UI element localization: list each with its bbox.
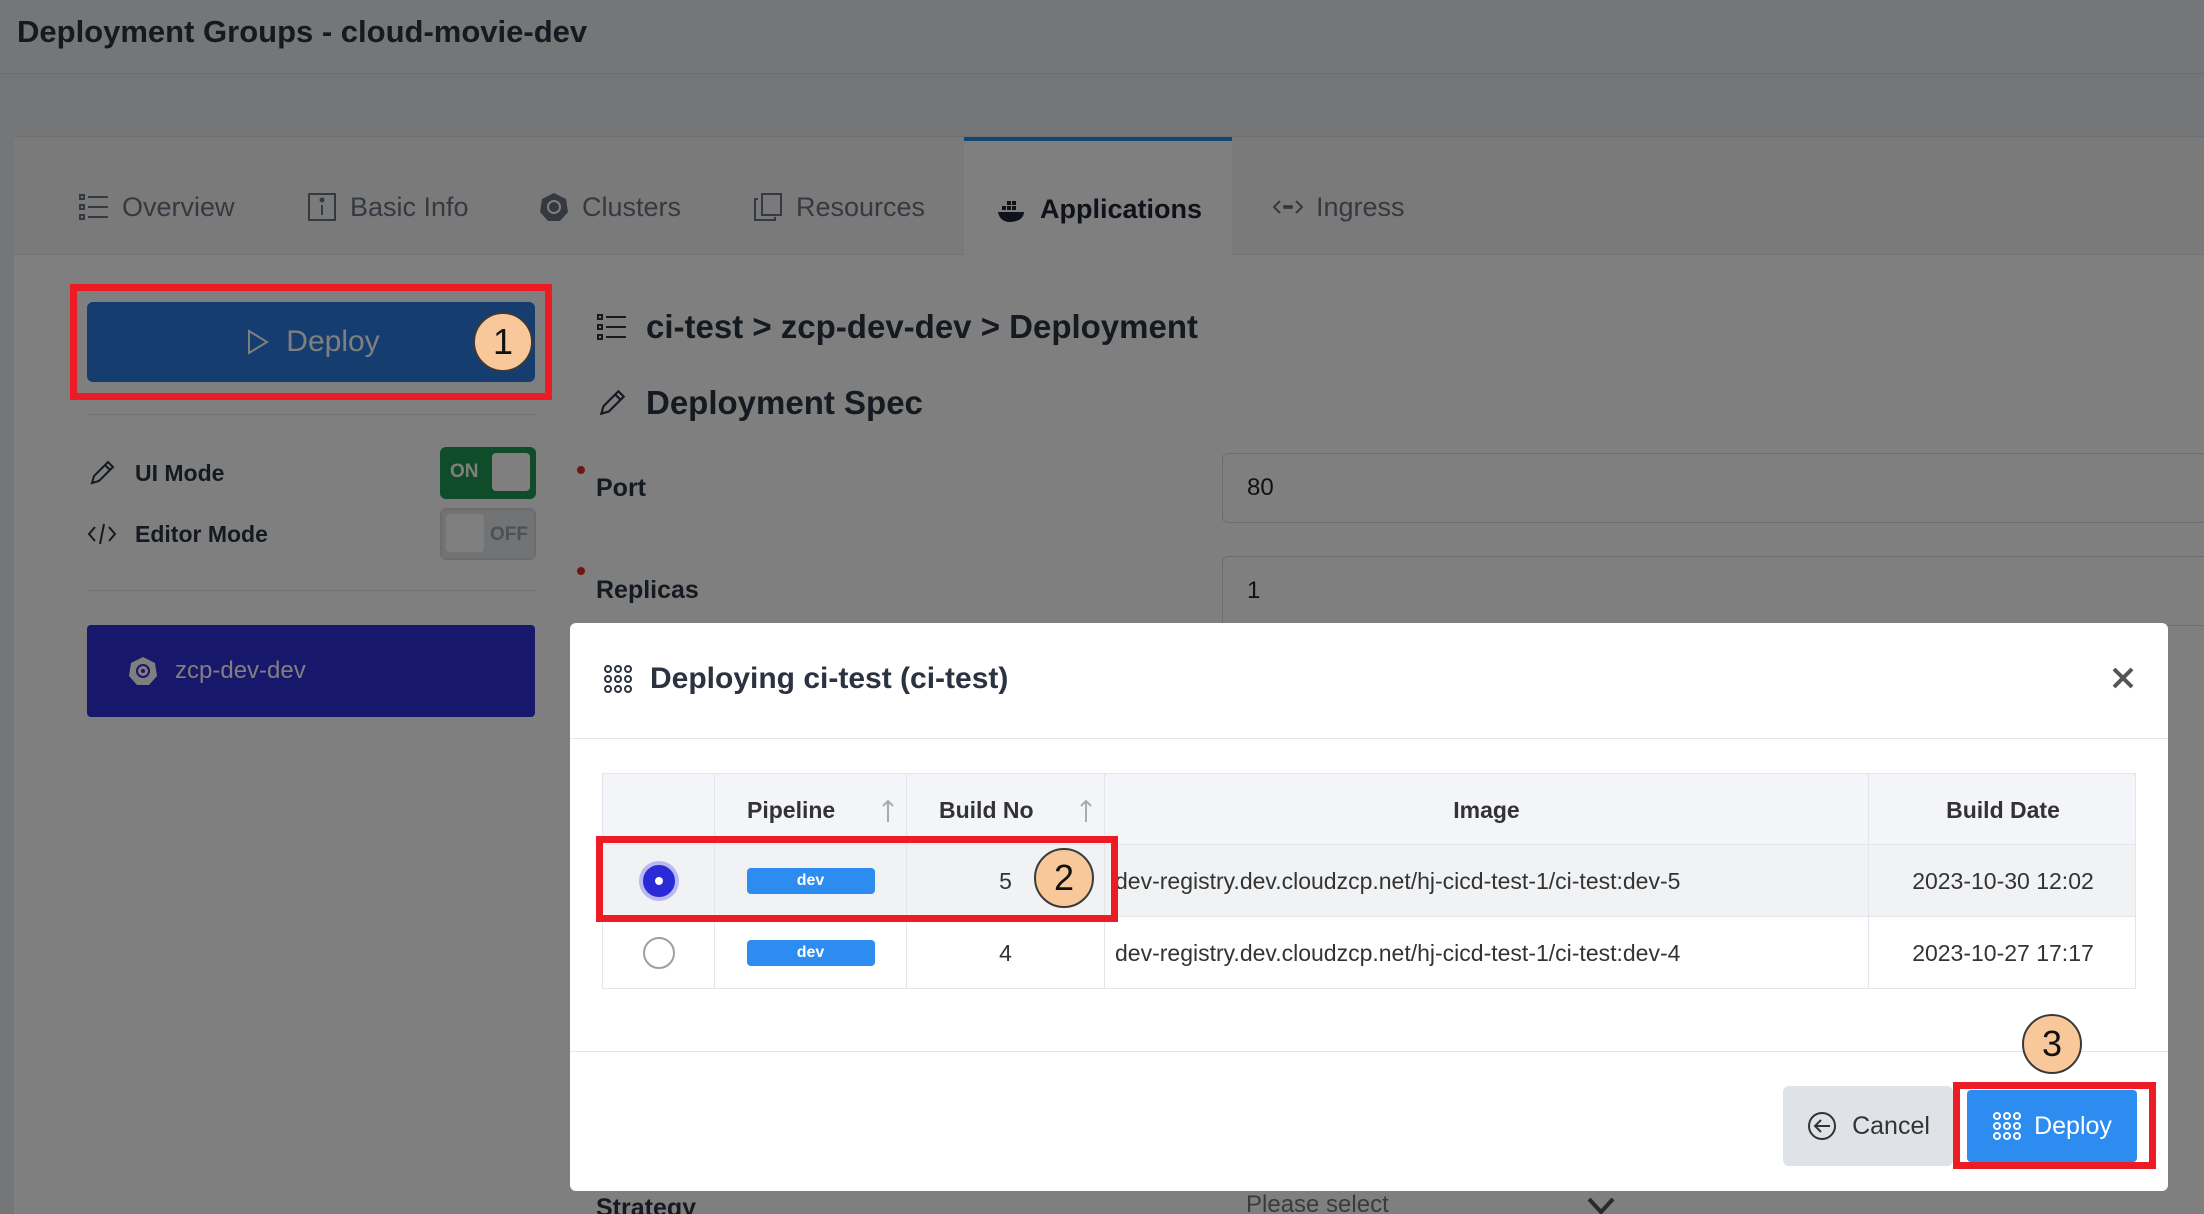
build-date-cell: 2023-10-30 12:02: [1912, 867, 2094, 894]
step-badge-1: 1: [473, 312, 533, 372]
pipeline-cell: dev: [715, 917, 907, 989]
pipeline-badge: dev: [746, 940, 875, 966]
table-row[interactable]: dev 4 dev-registry.dev.cloudzcp.net/hj-c…: [602, 917, 2136, 989]
row-select[interactable]: [603, 917, 715, 989]
cancel-label: Cancel: [1852, 1111, 1930, 1140]
header-image: Image: [1105, 774, 1869, 846]
sort-up-icon[interactable]: [880, 798, 896, 824]
modal-header: Deploying ci-test (ci-test): [570, 623, 2168, 739]
arrow-left-circle-icon: [1808, 1112, 1837, 1140]
image-cell: dev-registry.dev.cloudzcp.net/hj-cicd-te…: [1105, 845, 1869, 917]
radio-unselected[interactable]: [642, 937, 675, 969]
grid-dots-icon: [604, 665, 632, 693]
step-badge-3: 3: [2022, 1014, 2082, 1074]
close-icon[interactable]: [2108, 663, 2138, 693]
modal-title: Deploying ci-test (ci-test): [602, 662, 1008, 696]
image-cell: dev-registry.dev.cloudzcp.net/hj-cicd-te…: [1105, 917, 1869, 989]
build-date-cell: 2023-10-27 17:17: [1912, 939, 2094, 966]
highlight-box-3: [1953, 1082, 2156, 1169]
build-no-cell: 4: [907, 917, 1105, 989]
sort-up-icon[interactable]: [1078, 798, 1094, 824]
step-badge-2: 2: [1034, 848, 1094, 908]
table-header: Pipeline Build No Image Build Date: [602, 773, 2136, 846]
modal-title-text: Deploying ci-test (ci-test): [650, 662, 1009, 695]
cancel-button[interactable]: Cancel: [1783, 1086, 1953, 1166]
header-build-date: Build Date: [1946, 796, 2060, 823]
